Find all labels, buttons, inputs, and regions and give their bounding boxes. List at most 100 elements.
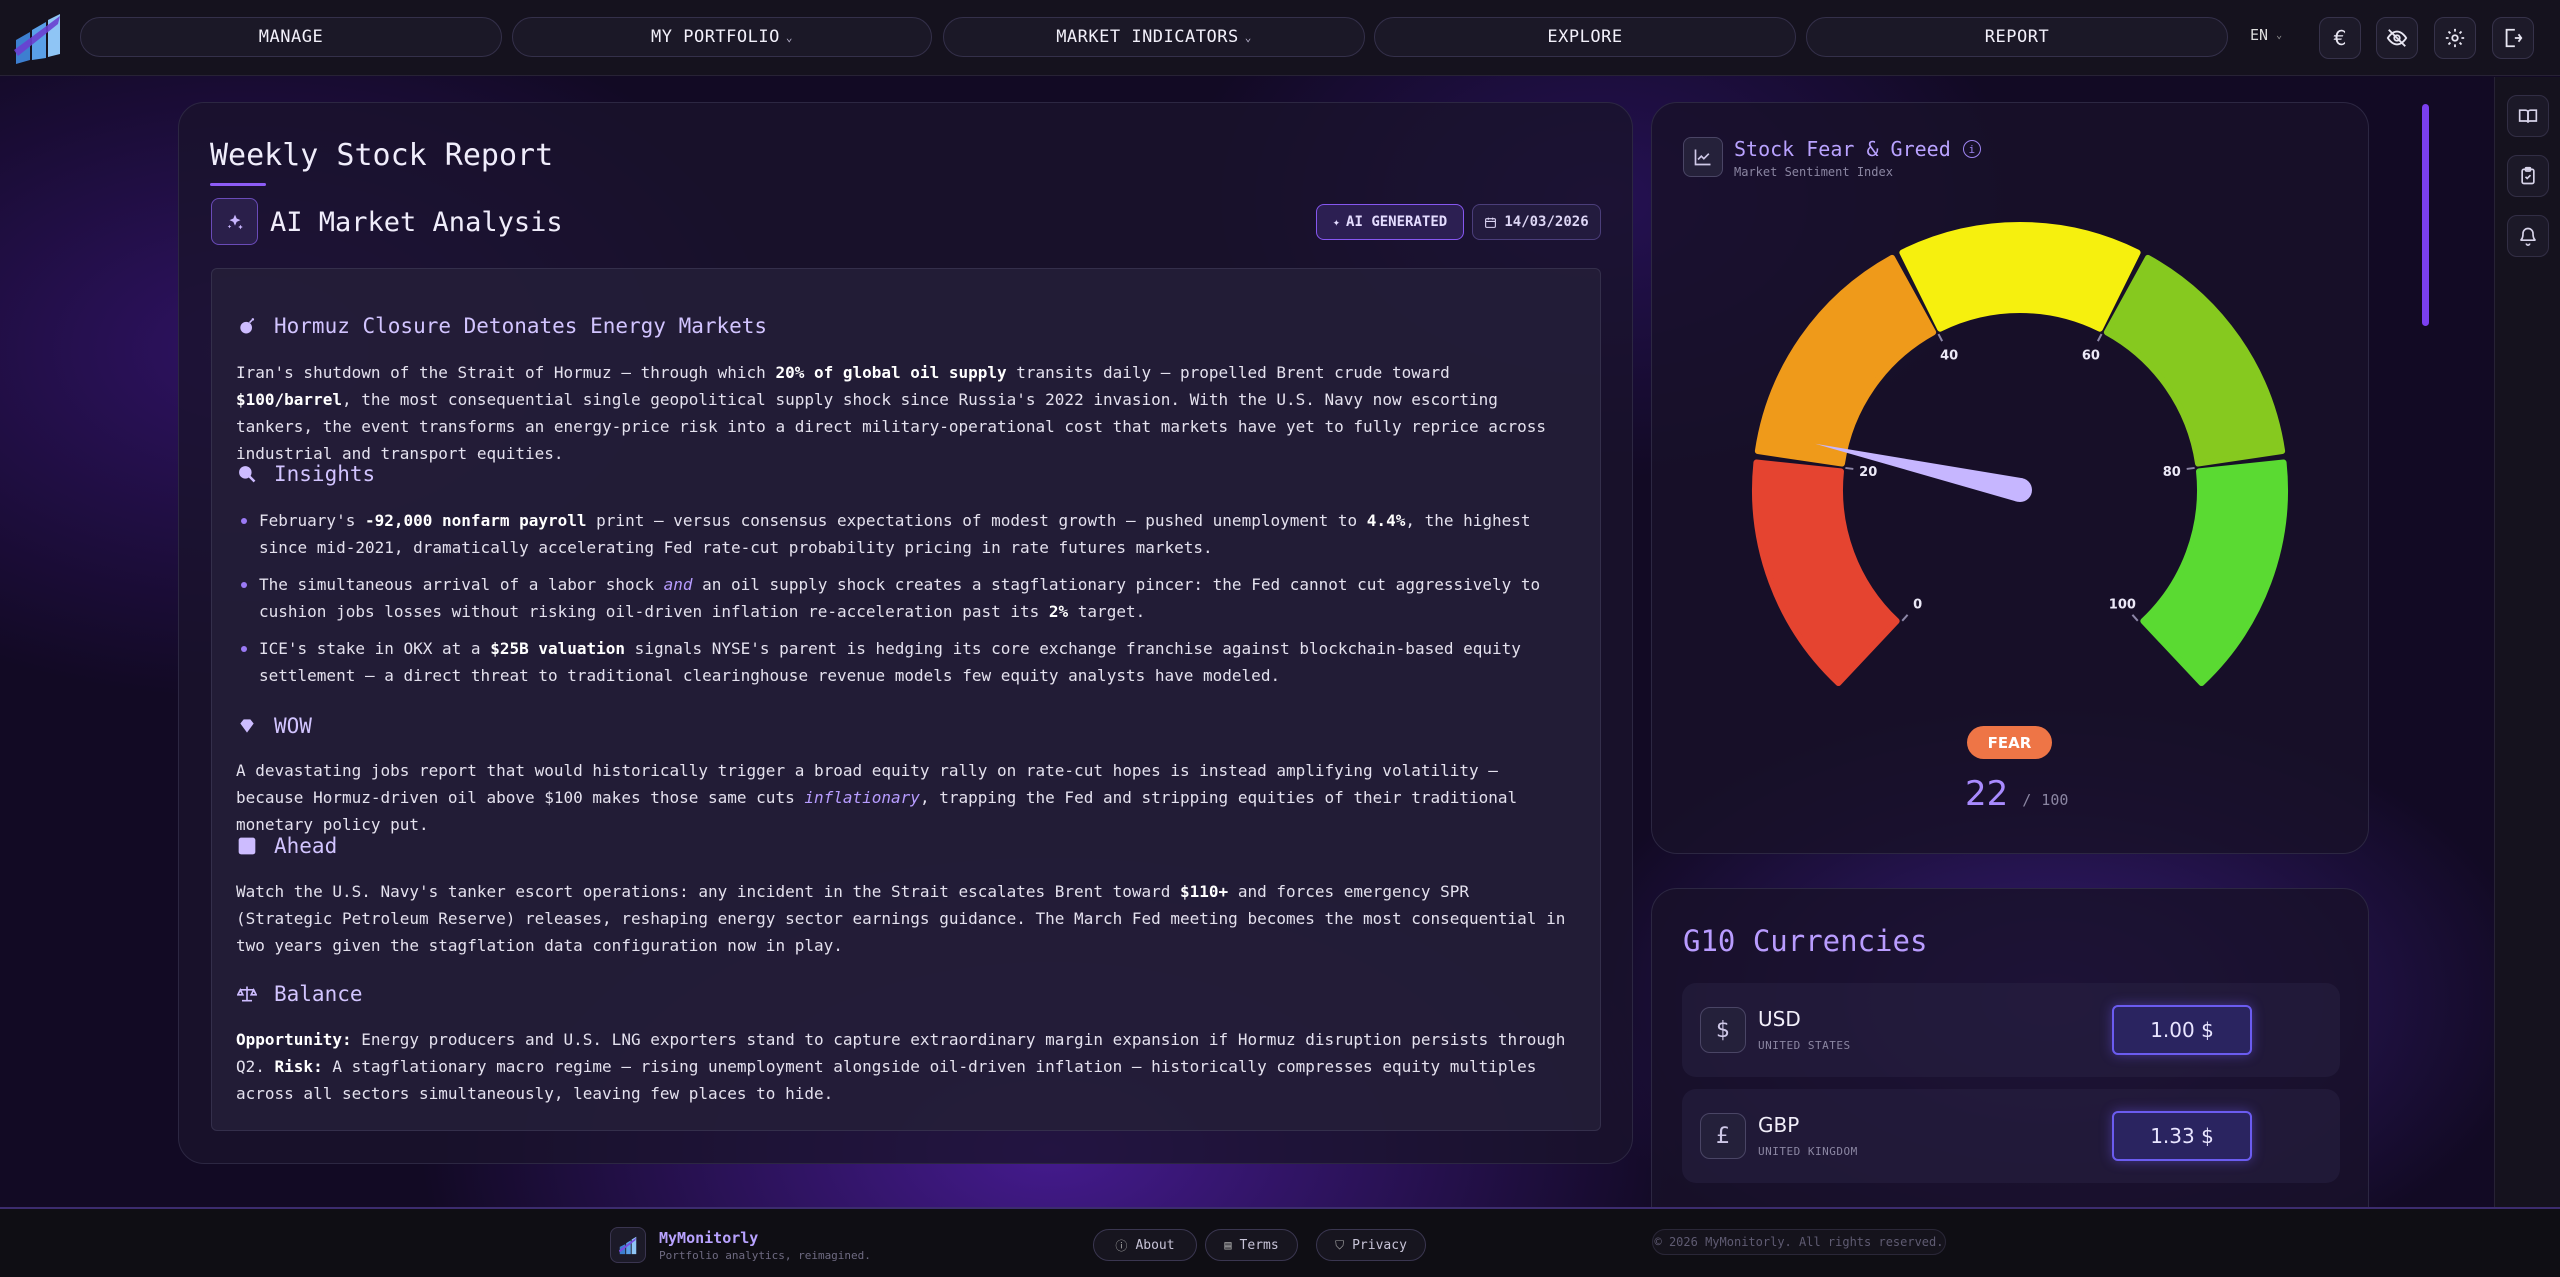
currency-value: 1.00 $: [2112, 1005, 2252, 1055]
gauge-segment: [1752, 459, 1900, 687]
balance-text: Opportunity: Energy producers and U.S. L…: [236, 1030, 1566, 1103]
section-headline: Hormuz Closure Detonates Energy Markets: [236, 314, 767, 338]
footer-link-privacy[interactable]: ⛉ Privacy: [1316, 1229, 1426, 1261]
right-rail: [2494, 77, 2560, 1207]
sentiment-label: FEAR: [1967, 726, 2052, 759]
bullet-dot: [241, 518, 247, 524]
nav-manage[interactable]: MANAGE: [80, 17, 502, 57]
report-date-badge: 14/03/2026: [1472, 204, 1601, 240]
wow-text: A devastating jobs report that would his…: [236, 761, 1518, 834]
gauge-segment: [1754, 254, 1937, 467]
currency-country: UNITED STATES: [1758, 1039, 1851, 1052]
ai-generated-badge: ✦ AI GENERATED: [1316, 204, 1464, 240]
gauge-segment: [1899, 222, 2141, 332]
info-icon[interactable]: i: [1962, 140, 1981, 158]
currency-country: UNITED KINGDOM: [1758, 1145, 1858, 1158]
headline-text: Iran's shutdown of the Strait of Hormuz …: [236, 363, 1547, 463]
nav-report[interactable]: REPORT: [1806, 17, 2228, 57]
chevron-down-icon: ⌄: [1244, 30, 1252, 44]
gauge-tick-mark: [2131, 614, 2139, 622]
gauge-segment: [2140, 459, 2288, 687]
footer-link-terms[interactable]: ▤ Terms: [1205, 1229, 1298, 1261]
currency-toggle-button[interactable]: €: [2319, 17, 2361, 59]
bullet-dot: [241, 646, 247, 652]
gauge-tick-mark: [2096, 333, 2103, 342]
rail-notifications-button[interactable]: [2507, 215, 2549, 257]
line-chart-icon: [1683, 137, 1723, 177]
logout-button[interactable]: [2492, 17, 2534, 59]
logout-icon: [2505, 28, 2523, 48]
section-insights: Insights: [236, 462, 375, 486]
footer-brand: MyMonitorly: [659, 1229, 759, 1247]
settings-button[interactable]: [2434, 17, 2476, 59]
gauge-tick-label: 0: [1913, 598, 1922, 613]
gauge-tick-label: 100: [2109, 598, 2136, 613]
sentiment-max: 100: [2041, 791, 2069, 809]
bell-icon: [2520, 227, 2536, 246]
section-wow: WOW: [236, 714, 312, 738]
footer: MyMonitorly Portfolio analytics, reimagi…: [0, 1207, 2560, 1277]
insight-item: The simultaneous arrival of a labor shoc…: [259, 575, 1541, 621]
gauge-tick-mark: [1845, 466, 1854, 470]
footer-logo[interactable]: [610, 1227, 646, 1263]
gear-icon: [2445, 28, 2465, 48]
shield-icon: ⛉: [1335, 1237, 1345, 1252]
scrollbar-thumb[interactable]: [2422, 104, 2429, 326]
calendar-icon: [1485, 217, 1497, 228]
gauge-tick-mark: [2186, 466, 2195, 470]
gauge-tick-label: 20: [1859, 465, 1877, 480]
insight-item: February's -92,000 nonfarm payroll print…: [259, 511, 1531, 557]
ahead-text: Watch the U.S. Navy's tanker escort oper…: [236, 882, 1566, 955]
currency-row-usd[interactable]: $ USD UNITED STATES 1.00 $: [1682, 983, 2340, 1077]
currency-code: GBP: [1758, 1113, 1800, 1137]
book-icon: [2518, 109, 2538, 123]
chevron-down-icon: ⌄: [2276, 29, 2283, 41]
sentiment-value: 22 / 100: [1965, 774, 2068, 814]
nav-my-portfolio[interactable]: MY PORTFOLIO ⌄: [512, 17, 932, 57]
gauge-needle: [1815, 443, 2023, 502]
fear-greed-gauge: 0 20 40 60 80 100: [1752, 222, 2288, 687]
nav-market-indicators[interactable]: MARKET INDICATORS ⌄: [943, 17, 1365, 57]
section-balance: Balance: [236, 982, 363, 1006]
title-underline: [210, 183, 266, 186]
rail-clipboard-button[interactable]: [2507, 155, 2549, 197]
sparkle-icon: ✦: [1332, 215, 1341, 229]
footer-tagline: Portfolio analytics, reimagined.: [659, 1249, 871, 1262]
info-icon: ⓘ: [1115, 1238, 1128, 1253]
dollar-icon: $: [1700, 1007, 1746, 1053]
square-icon: [236, 835, 258, 857]
app-logo[interactable]: [12, 10, 64, 66]
scale-icon: [236, 983, 258, 1005]
gauge-tick-label: 60: [2082, 348, 2100, 363]
currency-value: 1.33 $: [2112, 1111, 2252, 1161]
bullet-dot: [241, 582, 247, 588]
gauge-hub: [2008, 478, 2032, 502]
clipboard-icon: [2521, 166, 2535, 185]
privacy-toggle-button[interactable]: [2376, 17, 2418, 59]
section-title-ai-analysis: AI Market Analysis: [270, 207, 563, 238]
sparkle-icon: [211, 198, 258, 245]
gauge-tick-mark: [1937, 333, 1944, 342]
gauge-tick-mark: [1901, 614, 1909, 622]
diamond-icon: [236, 715, 258, 737]
nav-explore[interactable]: EXPLORE: [1374, 17, 1796, 57]
language-selector[interactable]: EN ⌄: [2250, 26, 2282, 44]
eye-off-icon: [2386, 29, 2408, 47]
currency-row-gbp[interactable]: £ GBP UNITED KINGDOM 1.33 $: [1682, 1089, 2340, 1183]
gauge-tick-label: 40: [1940, 348, 1958, 363]
bomb-icon: [236, 315, 258, 337]
pound-icon: £: [1700, 1113, 1746, 1159]
sentiment-score: 22: [1965, 774, 2009, 814]
currencies-title: G10 Currencies: [1683, 924, 1928, 958]
fear-greed-subtitle: Market Sentiment Index: [1734, 165, 1893, 179]
page-title: Weekly Stock Report: [210, 138, 554, 173]
section-ahead: Ahead: [236, 834, 337, 858]
euro-icon: €: [2333, 26, 2347, 50]
gauge-segment: [2103, 254, 2286, 467]
footer-copyright: © 2026 MyMonitorly. All rights reserved.: [1652, 1229, 1946, 1255]
rail-docs-button[interactable]: [2507, 95, 2549, 137]
document-icon: ▤: [1224, 1238, 1232, 1252]
gauge-tick-label: 80: [2163, 465, 2181, 480]
footer-link-about[interactable]: ⓘ About: [1093, 1229, 1197, 1261]
score-separator: /: [2022, 791, 2032, 809]
